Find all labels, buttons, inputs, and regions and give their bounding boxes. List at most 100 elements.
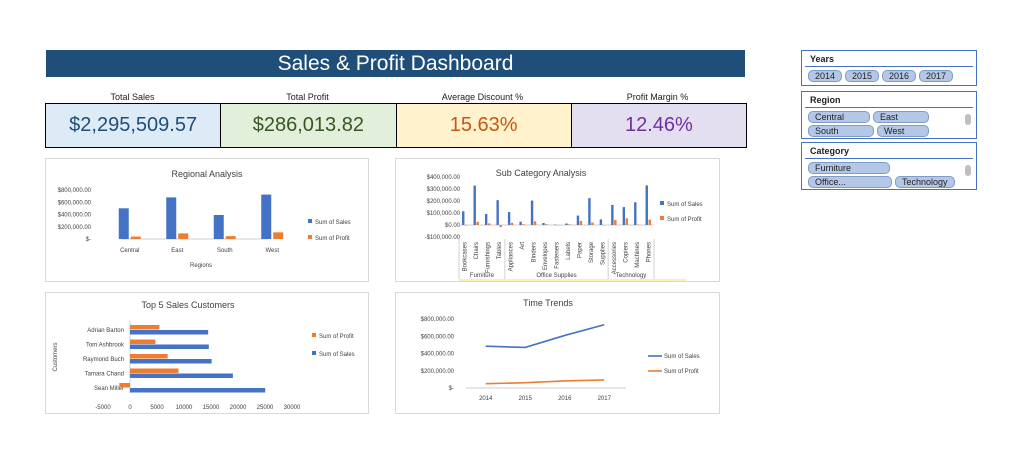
chart-title: Regional Analysis <box>171 169 243 179</box>
bar-sum-of-sales-appliances <box>507 212 511 225</box>
x-tick-label: 2015 <box>519 396 533 402</box>
y-tick-label: Tom Ashbrook <box>86 343 125 349</box>
region-slicer-scrollbar[interactable] <box>965 114 971 125</box>
kpi-label-average-discount: Average Discount % <box>441 92 524 102</box>
bar-sum-of-sales-furnishings <box>484 213 488 225</box>
bar-sum-of-profit-appliances <box>510 222 514 225</box>
x-tick-label: 2017 <box>598 396 612 402</box>
kpi-average-discount: 15.63% <box>396 104 572 147</box>
category-slicer-item-office[interactable]: Office... <box>808 176 892 188</box>
bar-sum-of-profit-machines <box>637 224 640 226</box>
x-tick-label: Machines <box>635 242 641 268</box>
y-tick-label: $- <box>449 386 454 392</box>
x-tick-label: Envelopes <box>543 242 549 270</box>
x-tick-label: South <box>217 248 233 254</box>
legend-label-sum-of-sales: Sum of Sales <box>315 220 351 226</box>
bar-sum-of-sales-binders <box>530 200 534 225</box>
bar-sum-of-profit-paper <box>579 220 583 225</box>
y-tick-label: $400,000.00 <box>427 175 461 181</box>
years-slicer-item-2015[interactable]: 2015 <box>845 70 879 82</box>
y-axis-label: Customers <box>53 342 59 371</box>
category-slicer-item-furniture[interactable]: Furniture <box>808 162 890 174</box>
bar-sum-of-sales-supplies <box>599 219 603 225</box>
group-label-furniture: Furniture <box>470 273 495 279</box>
dashboard-title: Sales & Profit Dashboard <box>46 50 745 77</box>
x-tick-label: Binders <box>532 242 538 262</box>
bar-sum-of-sales-tamara-chand <box>130 373 233 378</box>
legend-label-sum-of-profit: Sum of Profit <box>664 369 699 375</box>
legend-swatch-sum-of-sales <box>660 201 664 205</box>
kpi-row: $2,295,509.57 $286,013.82 15.63% 12.46% <box>45 103 747 148</box>
bar-sum-of-profit-chairs <box>476 221 479 225</box>
x-tick-label: 10000 <box>176 405 193 411</box>
y-tick-label: Raymond Buch <box>83 357 124 363</box>
region-slicer-items: Central East South West <box>802 108 976 139</box>
kpi-total-sales: $2,295,509.57 <box>46 104 222 147</box>
legend-label-sum-of-profit: Sum of Profit <box>315 236 350 242</box>
category-slicer-item-technology[interactable]: Technology <box>895 176 955 188</box>
kpi-total-profit: $286,013.82 <box>221 104 397 147</box>
legend-label-sum-of-sales: Sum of Sales <box>664 354 700 360</box>
bar-sum-of-profit-phones <box>648 219 651 225</box>
kpi-label-total-profit: Total Profit <box>286 92 329 102</box>
bar-sum-of-sales-paper <box>576 215 580 225</box>
region-slicer-item-west[interactable]: West <box>877 125 929 137</box>
x-tick-label: Fasteners <box>555 242 561 269</box>
bar-sum-of-sales-storage <box>588 198 591 225</box>
x-tick-label: Bookcases <box>463 242 469 271</box>
x-tick-label: Art <box>520 242 526 250</box>
bar-sum-of-sales-east <box>166 197 177 239</box>
bar-sum-of-sales-sean-miller <box>130 388 266 393</box>
x-tick-label: Appliances <box>509 242 515 271</box>
bar-sum-of-sales-adrian-barton <box>130 330 209 335</box>
y-tick-label: $600,000.00 <box>421 334 455 340</box>
category-slicer-scrollbar[interactable] <box>965 165 971 176</box>
legend-swatch-sum-of-sales <box>308 219 312 223</box>
bar-sum-of-sales-copiers <box>622 207 626 225</box>
y-tick-label: $200,000.00 <box>58 225 92 231</box>
chart-title: Time Trends <box>523 298 573 308</box>
kpi-label-total-sales: Total Sales <box>110 92 155 102</box>
bar-sum-of-profit-accessories <box>614 219 617 225</box>
y-tick-label: $0.00 <box>445 223 461 229</box>
x-tick-label: 15000 <box>203 405 220 411</box>
region-slicer-item-central[interactable]: Central <box>808 111 870 123</box>
bar-sum-of-sales-phones <box>645 185 648 225</box>
y-tick-label: $400,000.00 <box>58 213 92 219</box>
x-tick-label: Furnishings <box>486 242 492 273</box>
y-tick-label: $- <box>86 237 91 243</box>
bar-sum-of-profit-envelopes <box>545 224 548 225</box>
bar-sum-of-sales-raymond-buch <box>130 359 212 364</box>
bar-sum-of-profit-furnishings <box>487 223 491 225</box>
legend-label-sum-of-profit: Sum of Profit <box>667 217 702 223</box>
years-slicer-item-2016[interactable]: 2016 <box>882 70 916 82</box>
top-customers-svg: Top 5 Sales Customers Adrian Barton Tom As… <box>53 300 355 411</box>
bar-sum-of-profit-tamara-chand <box>130 368 179 373</box>
line-sum-of-profit <box>485 379 605 385</box>
legend-label-sum-of-profit: Sum of Profit <box>319 334 354 340</box>
years-slicer-item-2017[interactable]: 2017 <box>919 70 953 82</box>
years-slicer-items: 2014 2015 2016 2017 <box>802 67 976 84</box>
y-tick-label: $800,000.00 <box>421 317 455 323</box>
bar-sum-of-profit-bookcases <box>465 225 468 226</box>
x-tick-label: Tables <box>497 242 503 259</box>
kpi-profit-margin: 12.46% <box>571 104 746 147</box>
bar-sum-of-sales-south <box>213 215 224 239</box>
years-slicer: Years 2014 2015 2016 2017 <box>801 50 977 86</box>
bar-sum-of-sales-central <box>118 208 129 239</box>
region-slicer-item-south[interactable]: South <box>808 125 874 137</box>
bar-sum-of-profit-binders <box>533 221 537 225</box>
bar-sum-of-profit-supplies <box>602 225 606 226</box>
years-slicer-item-2014[interactable]: 2014 <box>808 70 842 82</box>
x-tick-label: West <box>265 248 279 254</box>
x-tick-label: 30000 <box>284 405 301 411</box>
legend-swatch-sum-of-profit <box>308 235 312 239</box>
top-customers-chart: Top 5 Sales Customers Adrian Barton Tom As… <box>45 292 369 414</box>
region-slicer-item-east[interactable]: East <box>873 111 929 123</box>
bar-sum-of-sales-tables <box>496 200 499 225</box>
x-axis-label: Regions <box>190 263 212 269</box>
x-tick-label: Supplies <box>600 242 606 265</box>
x-tick-label: 25000 <box>257 405 274 411</box>
bar-sum-of-profit-south <box>225 236 236 239</box>
bar-sum-of-sales-tom-ashbrook <box>130 344 209 349</box>
